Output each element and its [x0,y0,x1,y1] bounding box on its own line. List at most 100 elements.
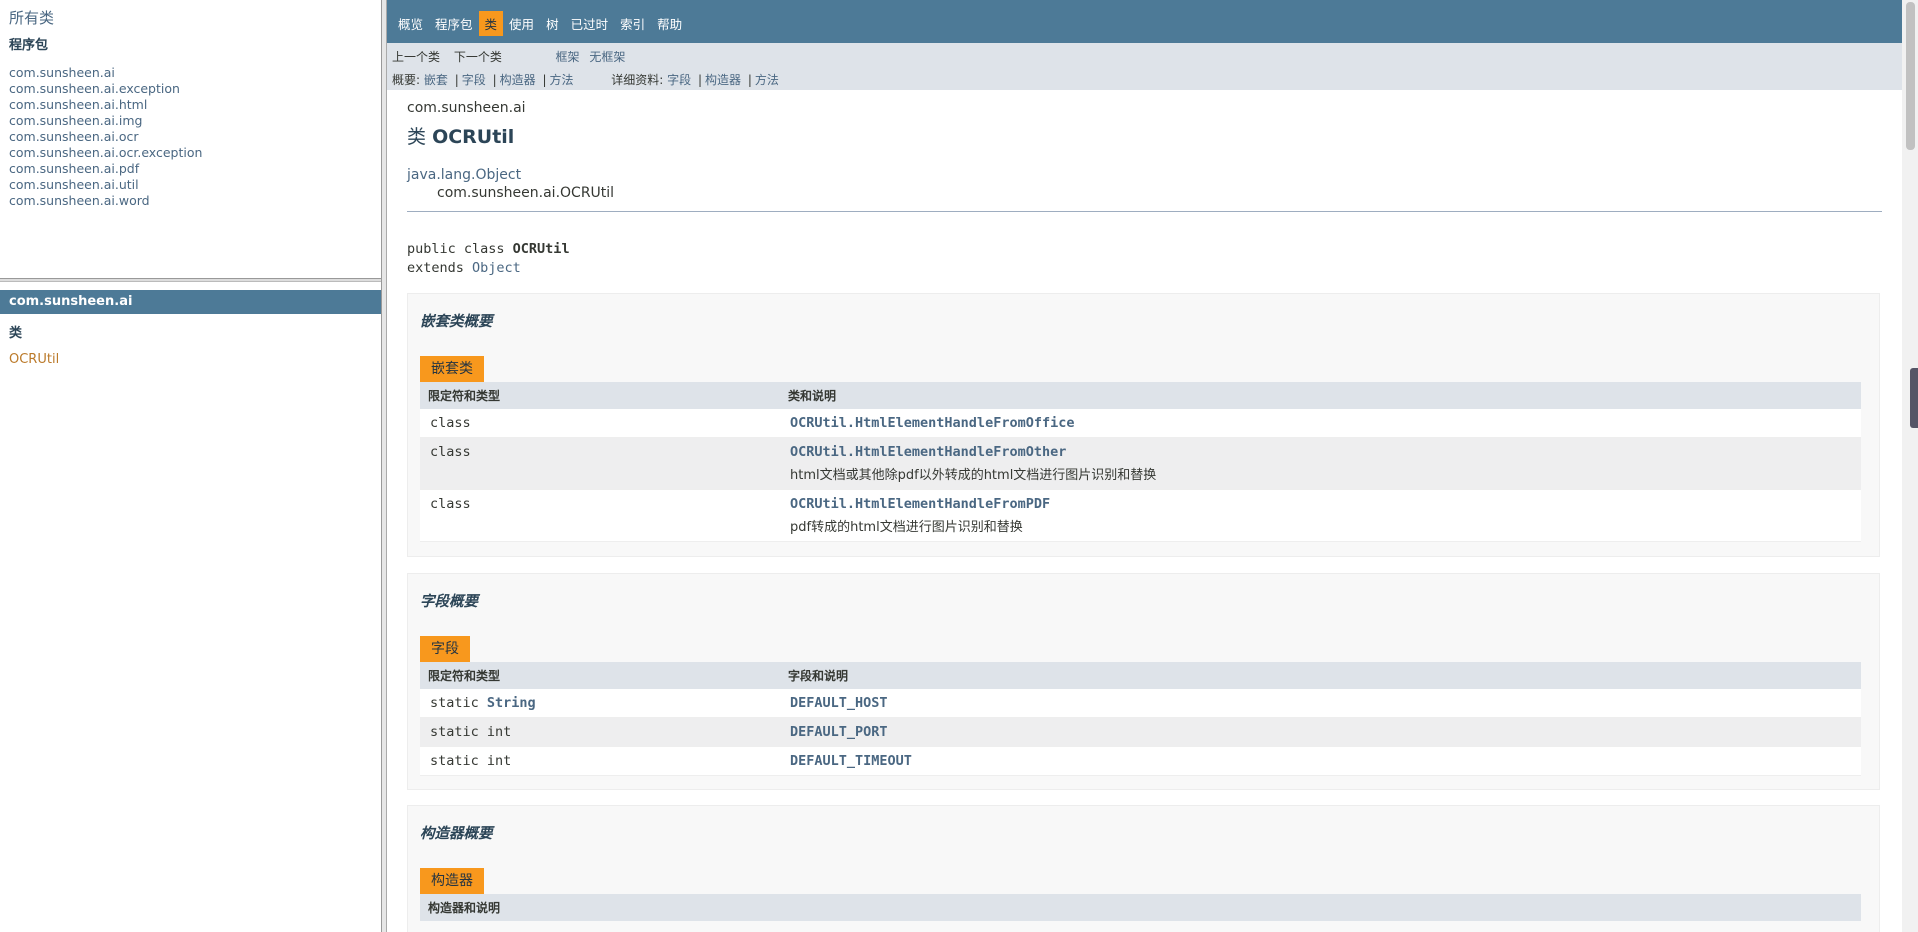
type-prefix: static [430,695,487,711]
summary-nested-link[interactable]: 嵌套 [424,73,448,87]
table-row: static String DEFAULT_HOST [420,689,1861,718]
no-frames-link[interactable]: 无框架 [589,50,625,64]
type-link[interactable]: String [487,695,536,711]
column-header: 限定符和类型 [420,662,780,689]
package-list-frame: 所有类 程序包 com.sunsheen.ai com.sunsheen.ai.… [0,0,381,278]
nav-overview[interactable]: 概览 [392,11,429,36]
table-caption: 嵌套类 [420,356,484,382]
field-link[interactable]: DEFAULT_PORT [790,724,888,740]
package-classes-frame: com.sunsheen.ai 类 OCRUtil [0,282,381,932]
nav-package[interactable]: 程序包 [429,11,479,36]
top-navbar: 概览 程序包 类 使用 树 已过时 索引 帮助 [387,0,1902,43]
type-cell: class [420,437,780,490]
package-link[interactable]: com.sunsheen.ai.util [9,177,202,193]
signature-extends: extends [407,260,473,276]
constructor-summary: 构造器概要 构造器 构造器和说明 [407,805,1880,932]
signature-modifiers: public class [407,241,513,257]
title-prefix: 类 [407,126,427,148]
nested-class-table: 限定符和类型 类和说明 class OCRUtil.HtmlElementHan… [420,382,1861,542]
detail-constructor-link[interactable]: 构造器 [705,73,741,87]
column-header: 限定符和类型 [420,382,780,409]
divider [407,211,1882,212]
column-header: 构造器和说明 [420,894,1861,921]
package-link[interactable]: com.sunsheen.ai.img [9,113,202,129]
table-row: class OCRUtil.HtmlElementHandleFromOffic… [420,409,1861,438]
field-link[interactable]: DEFAULT_HOST [790,695,888,711]
row-description: html文档或其他除pdf以外转成的html文档进行图片识别和替换 [790,468,1157,483]
sub-navbar: 上一个类 下一个类 框架 无框架 概要: 嵌套 | 字段 | 构造器 | 方法 详细资… [387,43,1902,90]
classes-heading: 类 [9,326,23,341]
separator: | [747,73,752,87]
field-table: 限定符和类型 字段和说明 static String DEFAULT_HOST … [420,662,1861,776]
nav-use[interactable]: 使用 [503,11,540,36]
class-signature: public class OCRUtil extends Object [407,240,570,278]
constructor-table: 构造器和说明 [420,894,1861,921]
vertical-scrollbar[interactable] [1902,0,1918,932]
packages-heading: 程序包 [9,38,49,53]
field-summary: 字段概要 字段 限定符和类型 字段和说明 static String DEFAU… [407,573,1880,790]
summary-constructor-link[interactable]: 构造器 [500,73,536,87]
nav-class: 类 [478,11,504,36]
column-header: 字段和说明 [780,662,1861,689]
separator: | [542,73,547,87]
table-row: static int DEFAULT_PORT [420,717,1861,747]
parent-class-link[interactable]: java.lang.Object [407,167,521,183]
scrollbar-thumb[interactable] [1906,2,1915,150]
next-class-label: 下一个类 [453,50,502,64]
row-description: pdf转成的html文档进行图片识别和替换 [790,520,1023,535]
package-label: com.sunsheen.ai [407,100,526,116]
separator: | [697,73,702,87]
package-title-link[interactable]: com.sunsheen.ai [0,290,381,314]
signature-class-name: OCRUtil [512,241,570,257]
page-title: 类 OCRUtil [407,122,526,149]
separator: | [454,73,459,87]
class-link-ocrutil[interactable]: OCRUtil [9,352,59,367]
detail-field-link[interactable]: 字段 [667,73,691,87]
left-frames: 所有类 程序包 com.sunsheen.ai com.sunsheen.ai.… [0,0,381,932]
table-caption: 字段 [420,636,470,662]
type-cell: class [420,409,780,438]
nav-help[interactable]: 帮助 [651,11,688,36]
summary-method-link[interactable]: 方法 [550,73,574,87]
class-frame: 概览 程序包 类 使用 树 已过时 索引 帮助 上一个类 下一个类 框架 无框架… [387,0,1902,932]
package-link[interactable]: com.sunsheen.ai.html [9,97,202,113]
nav-deprecated[interactable]: 已过时 [565,11,615,36]
side-panel-handle[interactable] [1910,368,1918,428]
table-row: class OCRUtil.HtmlElementHandleFromOther… [420,437,1861,490]
package-list: com.sunsheen.ai com.sunsheen.ai.exceptio… [9,65,202,209]
summary-label: 概要: [392,73,421,87]
frames-link[interactable]: 框架 [556,50,580,64]
package-link[interactable]: com.sunsheen.ai.ocr.exception [9,145,202,161]
package-link[interactable]: com.sunsheen.ai.ocr [9,129,202,145]
table-row: class OCRUtil.HtmlElementHandleFromPDF p… [420,489,1861,542]
type-cell: static int [420,746,780,776]
class-header: com.sunsheen.ai 类 OCRUtil [407,100,526,149]
column-header: 类和说明 [780,382,1861,409]
nested-class-link[interactable]: OCRUtil.HtmlElementHandleFromPDF [790,496,1050,512]
detail-method-link[interactable]: 方法 [755,73,779,87]
summary-field-link[interactable]: 字段 [462,73,486,87]
table-caption: 构造器 [420,868,484,894]
current-class-path: com.sunsheen.ai.OCRUtil [437,185,615,201]
prev-class-label: 上一个类 [392,50,441,64]
package-link[interactable]: com.sunsheen.ai.exception [9,81,202,97]
nested-class-link[interactable]: OCRUtil.HtmlElementHandleFromOther [790,444,1066,460]
top-nav-list: 概览 程序包 类 使用 树 已过时 索引 帮助 [392,11,688,36]
nested-class-link[interactable]: OCRUtil.HtmlElementHandleFromOffice [790,415,1074,431]
package-link[interactable]: com.sunsheen.ai [9,65,202,81]
package-link[interactable]: com.sunsheen.ai.word [9,193,202,209]
table-row: static int DEFAULT_TIMEOUT [420,746,1861,776]
type-cell: static int [420,717,780,747]
section-heading: 字段概要 [420,594,478,610]
nested-class-summary: 嵌套类概要 嵌套类 限定符和类型 类和说明 class OCRUtil.Html… [407,293,1880,557]
separator: | [492,73,497,87]
superclass-link[interactable]: Object [472,260,521,276]
field-link[interactable]: DEFAULT_TIMEOUT [790,753,912,769]
package-link[interactable]: com.sunsheen.ai.pdf [9,161,202,177]
detail-label: 详细资料: [611,73,664,87]
title-class-name: OCRUtil [432,126,515,148]
nav-index[interactable]: 索引 [614,11,651,36]
nav-tree[interactable]: 树 [540,11,565,36]
all-classes-link[interactable]: 所有类 [9,7,54,28]
section-heading: 构造器概要 [420,826,493,842]
